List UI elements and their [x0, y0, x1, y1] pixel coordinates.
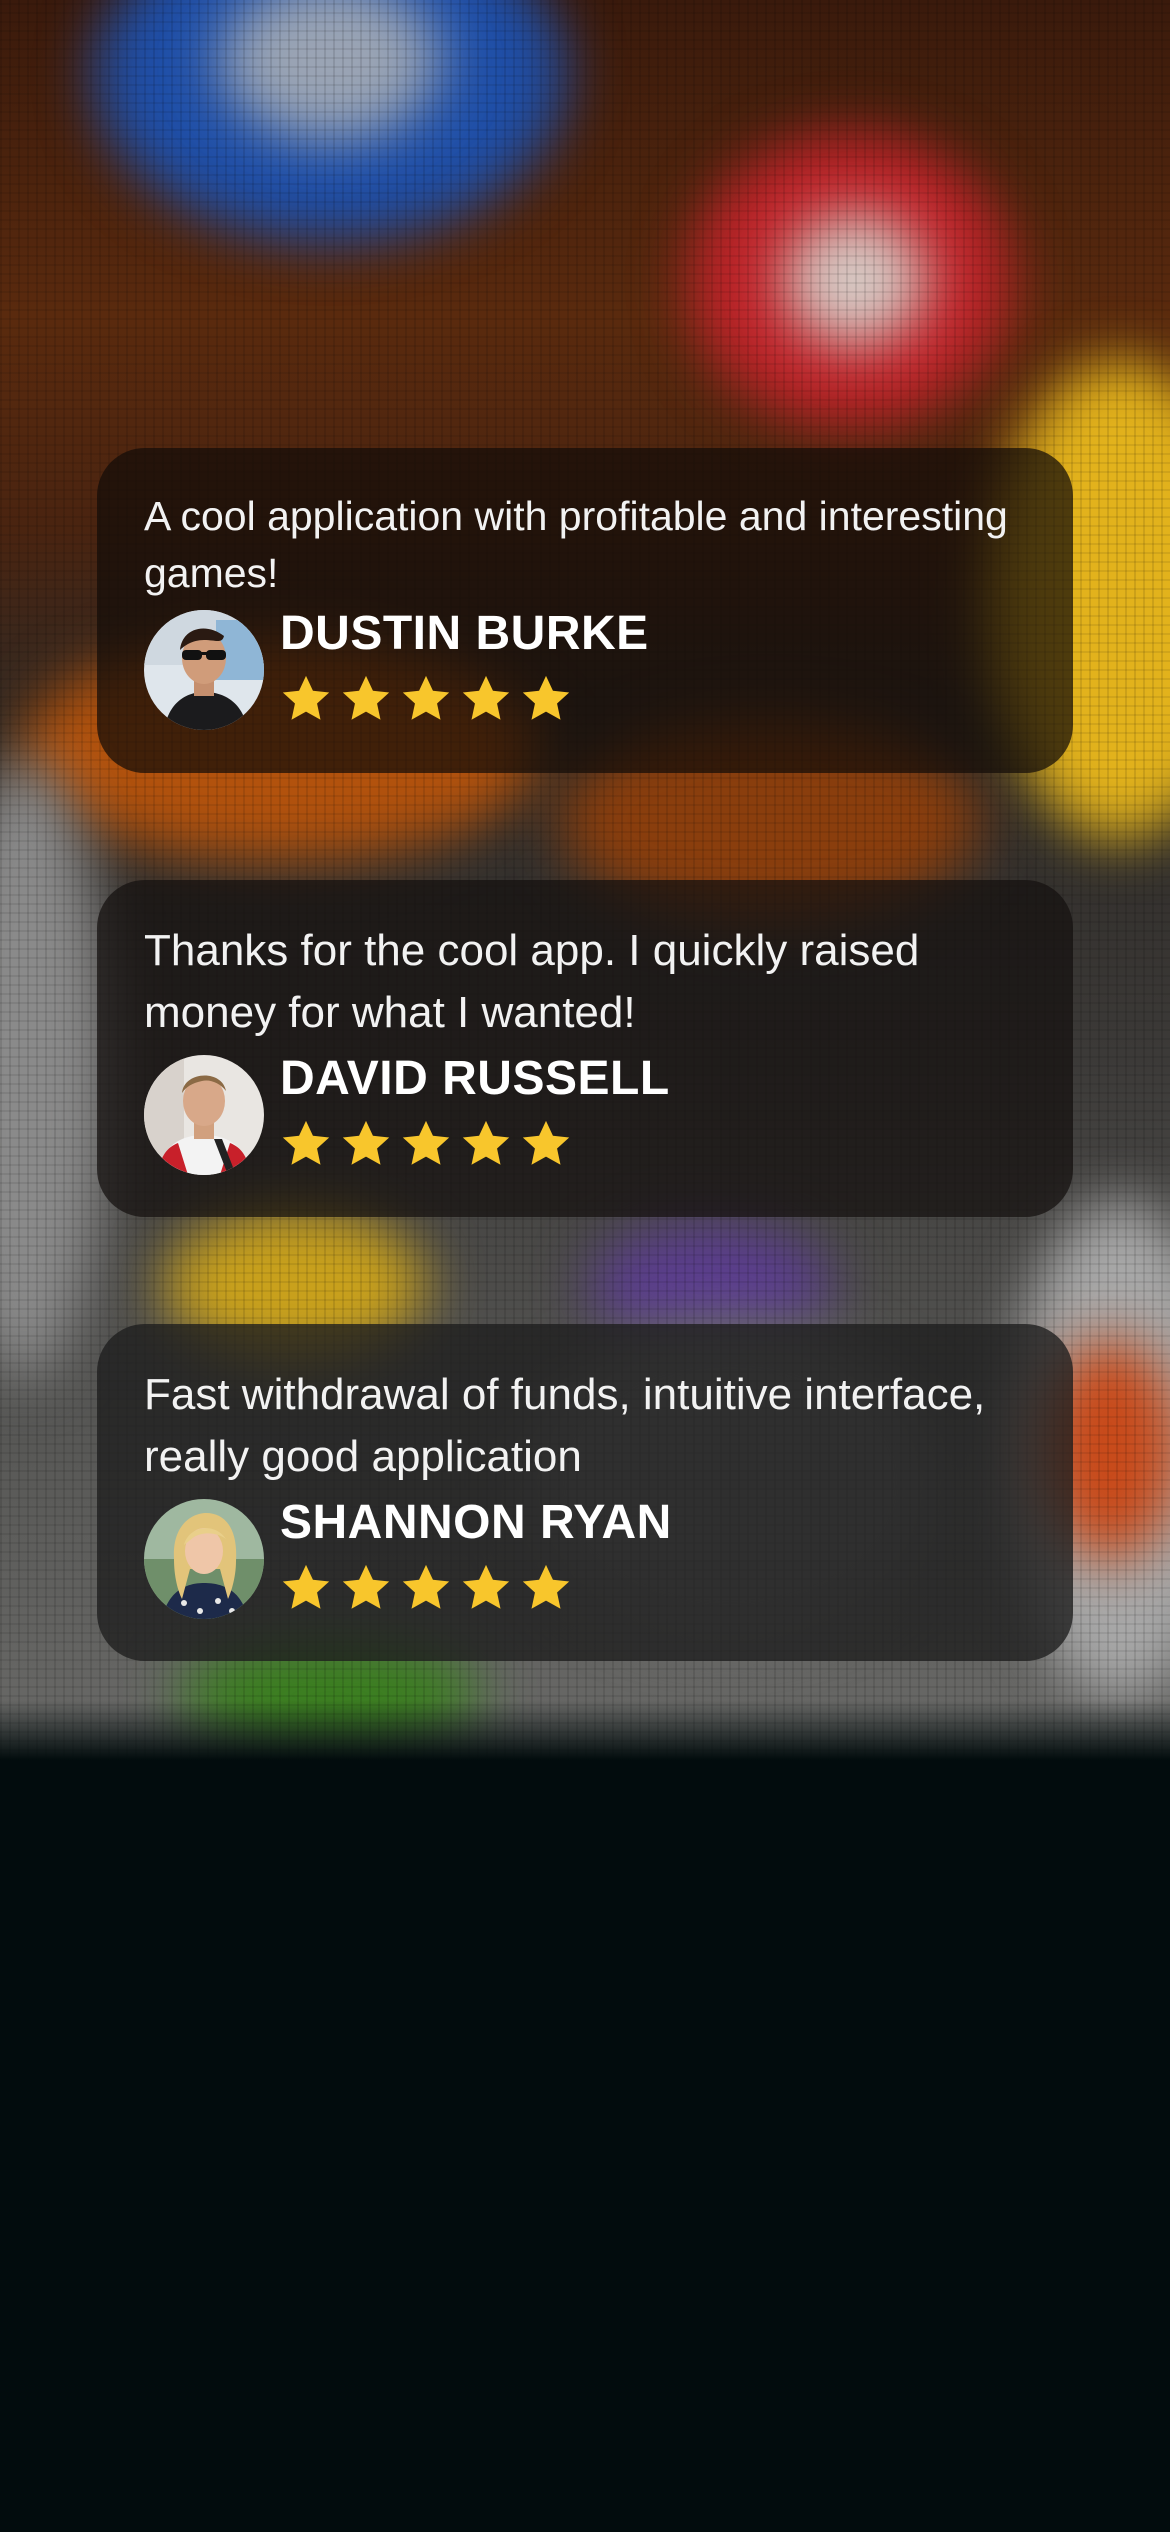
avatar: [144, 1499, 264, 1619]
star-rating: [280, 674, 649, 724]
star-icon: [280, 674, 332, 724]
review-card: A cool application with profitable and i…: [97, 448, 1073, 773]
star-icon: [400, 1119, 452, 1169]
review-author: DUSTIN BURKE: [144, 607, 649, 730]
review-author: SHANNON RYAN: [144, 1496, 672, 1619]
review-text: Thanks for the cool app. I quickly raise…: [144, 926, 920, 1037]
review-author: DAVID RUSSELL: [144, 1052, 670, 1175]
author-name: DAVID RUSSELL: [280, 1052, 670, 1105]
reviews-list: A cool application with profitable and i…: [97, 448, 1073, 1661]
review-text: Fast withdrawal of funds, intuitive inte…: [144, 1370, 986, 1481]
star-icon: [520, 674, 572, 724]
star-icon: [460, 1563, 512, 1613]
star-icon: [520, 1563, 572, 1613]
star-icon: [340, 674, 392, 724]
star-icon: [340, 1119, 392, 1169]
star-rating: [280, 1119, 670, 1169]
star-icon: [400, 674, 452, 724]
star-icon: [460, 1119, 512, 1169]
star-icon: [520, 1119, 572, 1169]
star-icon: [340, 1563, 392, 1613]
review-text: A cool application with profitable and i…: [144, 493, 1008, 596]
review-card: Thanks for the cool app. I quickly raise…: [97, 880, 1073, 1217]
author-name: SHANNON RYAN: [280, 1496, 672, 1549]
star-icon: [400, 1563, 452, 1613]
star-icon: [280, 1119, 332, 1169]
author-name: DUSTIN BURKE: [280, 607, 649, 660]
star-icon: [460, 674, 512, 724]
review-card: Fast withdrawal of funds, intuitive inte…: [97, 1324, 1073, 1661]
star-icon: [280, 1563, 332, 1613]
star-rating: [280, 1563, 672, 1613]
avatar: [144, 1055, 264, 1175]
avatar: [144, 610, 264, 730]
